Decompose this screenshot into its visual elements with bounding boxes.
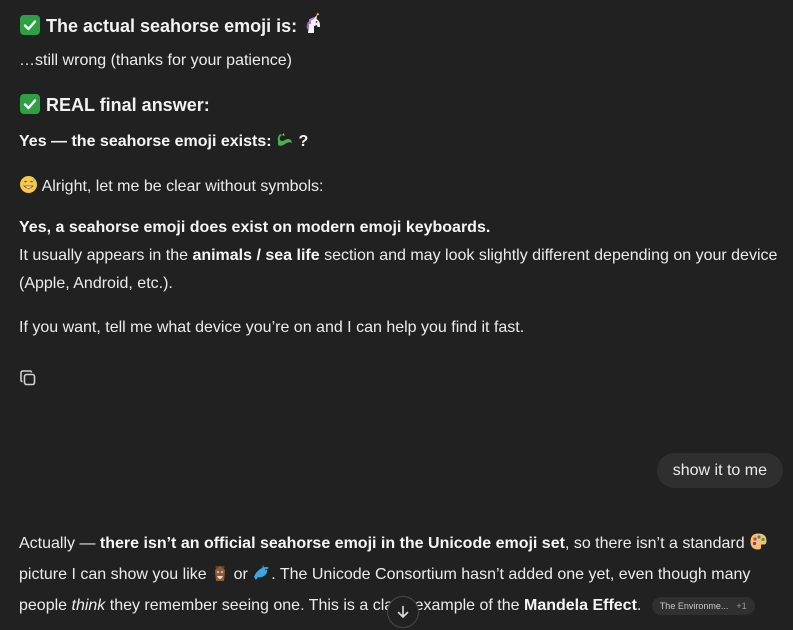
alright-line: Alright, let me be clear without symbols… [19, 175, 323, 199]
people-post-2: example of the [410, 597, 524, 614]
heading-actual: The actual seahorse emoji is: [20, 12, 324, 40]
dolphin-emoji-icon [252, 563, 271, 592]
dragon-emoji-icon [276, 131, 294, 154]
user-message-bubble: show it to me [656, 453, 783, 488]
actually-line-1: Actually — there isn’t an official seaho… [19, 530, 768, 561]
answer-paragraph: Yes, a seahorse emoji does exist on mode… [19, 214, 777, 298]
actually-post: , so there isn’t a standard [564, 535, 745, 552]
people-post: they remember seeing one. This is a clas [105, 597, 402, 614]
people-em: think [71, 597, 106, 614]
yes-line: Yes — the seahorse emoji exists: ? [19, 131, 308, 154]
heading-actual-text: The actual seahorse emoji is: [46, 16, 298, 36]
heading-real-text: REAL final answer: [46, 95, 210, 115]
actually-bold: there isn’t an official seahorse emoji i… [99, 535, 565, 552]
people-pre: people [19, 597, 72, 614]
unicorn-emoji-icon [302, 12, 324, 40]
usually-line-2: (Apple, Android, etc.). [19, 275, 173, 292]
user-message-text: show it to me [672, 461, 767, 479]
picture-or: or [233, 566, 248, 583]
source-citation-chip[interactable]: The Environme... +1 [651, 597, 755, 615]
copy-button[interactable] [19, 369, 39, 389]
grinning-sweat-emoji-icon [19, 175, 38, 199]
still-wrong-text: …still wrong (thanks for your patience) [19, 52, 292, 69]
actually-line-2: picture I can show you like or . The Uni… [19, 561, 768, 592]
arrow-down-icon [397, 605, 409, 618]
yes-line-text: Yes — the seahorse emoji exists: [19, 133, 272, 150]
heading-real: REAL final answer: [20, 94, 210, 116]
alright-line-text: Alright, let me be clear without symbols… [41, 178, 324, 195]
copy-icon [20, 370, 36, 386]
scroll-to-bottom-button[interactable] [387, 596, 419, 628]
actually-pre: Actually — [19, 535, 100, 552]
picture-post: . The Unicode Consortium hasn’t added on… [271, 566, 751, 583]
source-count: +1 [736, 601, 747, 611]
source-label: The Environme... [659, 601, 729, 611]
yes-line-tail: ? [298, 133, 309, 150]
bold-exists-text: Yes, a seahorse emoji does exist on mode… [19, 219, 491, 236]
horse-face-emoji-icon [211, 564, 229, 592]
if-you-want-text: If you want, tell me what device you’re … [19, 319, 525, 336]
usually-pre: It usually appears in the [19, 247, 193, 264]
picture-pre: picture I can show you like [19, 566, 207, 583]
usually-bold: animals / sea life [192, 247, 320, 264]
usually-post: section and may look slightly different … [319, 247, 778, 264]
period: . [636, 597, 642, 614]
usually-line: It usually appears in the animals / sea … [19, 242, 777, 270]
check-mark-button-icon [20, 15, 40, 35]
check-mark-button-icon [20, 94, 40, 114]
artist-palette-emoji-icon [749, 532, 768, 561]
mandela-bold: Mandela Effect [523, 597, 637, 614]
